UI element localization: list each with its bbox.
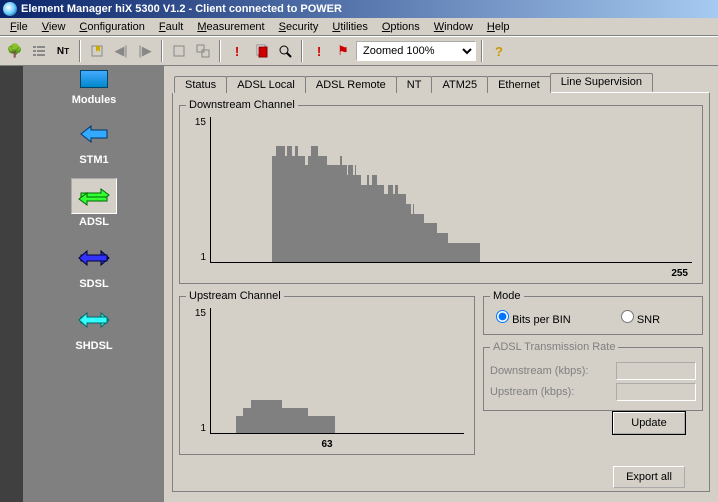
tab-adsl-local[interactable]: ADSL Local	[226, 76, 306, 93]
plot-area	[210, 117, 692, 263]
menu-fault[interactable]: Fault	[153, 21, 189, 33]
search-icon[interactable]	[274, 40, 296, 62]
y-tick-top: 15	[195, 308, 208, 319]
menu-measurement[interactable]: Measurement	[191, 21, 270, 33]
module-label: SHDSL	[75, 340, 112, 352]
menu-bar: File View Configuration Fault Measuremen…	[0, 18, 718, 36]
bookmark-icon[interactable]	[86, 40, 108, 62]
content-panel: Status ADSL Local ADSL Remote NT ATM25 E…	[164, 66, 718, 502]
bars-container	[211, 117, 480, 262]
go-left-icon[interactable]: ◀|	[110, 40, 132, 62]
module-adsl[interactable]: ADSL	[62, 178, 126, 228]
x-max-label: 63	[321, 439, 332, 450]
module-sdsl[interactable]: SDSL	[62, 240, 126, 290]
menu-view[interactable]: View	[36, 21, 72, 33]
outlook-bar-strip	[0, 66, 24, 502]
upstream-fieldset: Upstream Channel 15 1 63	[179, 290, 475, 455]
y-tick-bot: 1	[200, 423, 208, 434]
toolbar: 🌳 NT ◀| |▶ ! ! ⚑ Zoomed 100% ?	[0, 36, 718, 66]
y-axis: 15 1	[186, 117, 208, 263]
menu-file[interactable]: File	[4, 21, 34, 33]
stm1-icon	[71, 116, 117, 152]
upstream-legend: Upstream Channel	[186, 290, 284, 302]
plot-area	[210, 308, 464, 434]
y-axis: 15 1	[186, 308, 208, 434]
tab-strip: Status ADSL Local ADSL Remote NT ATM25 E…	[174, 72, 710, 92]
export-all-button[interactable]: Export all	[613, 466, 685, 488]
bars-container	[211, 308, 335, 433]
tab-adsl-remote[interactable]: ADSL Remote	[305, 76, 397, 93]
tab-status[interactable]: Status	[174, 76, 227, 93]
module-label: SDSL	[79, 278, 108, 290]
alert2-icon[interactable]: !	[308, 40, 330, 62]
menu-utilities[interactable]: Utilities	[326, 21, 373, 33]
zoom-select[interactable]: Zoomed 100%	[356, 41, 476, 61]
radio-snr[interactable]: SNR	[621, 310, 660, 326]
module-shdsl[interactable]: SHDSL	[62, 302, 126, 352]
downstream-rate-input	[616, 362, 696, 380]
module-label: STM1	[79, 154, 108, 166]
upstream-rate-input	[616, 383, 696, 401]
window-title: Element Manager hiX 5300 V1.2 - Client c…	[21, 3, 342, 15]
rate-legend: ADSL Transmission Rate	[490, 341, 618, 353]
nt-icon[interactable]: NT	[52, 40, 74, 62]
alert-red-icon[interactable]: !	[226, 40, 248, 62]
module-stm1[interactable]: STM1	[62, 116, 126, 166]
menu-help[interactable]: Help	[481, 21, 516, 33]
y-tick-bot: 1	[200, 252, 208, 263]
downstream-rate-label: Downstream (kbps):	[490, 365, 588, 377]
downstream-fieldset: Downstream Channel 15 1 255	[179, 99, 703, 284]
sidebar-heading: Modules	[72, 94, 117, 106]
sidebar-top-icon[interactable]	[80, 70, 108, 88]
flag-icon[interactable]: ⚑	[332, 40, 354, 62]
menu-options[interactable]: Options	[376, 21, 426, 33]
tab-panel: Downstream Channel 15 1 255 Upstream Cha…	[172, 92, 710, 492]
menu-configuration[interactable]: Configuration	[73, 21, 150, 33]
downstream-chart: 15 1 255	[186, 117, 696, 277]
main-area: Modules STM1 ADSL SDSL SHDSL	[0, 66, 718, 502]
upstream-chart: 15 1 63	[186, 308, 468, 448]
tab-line-supervision[interactable]: Line Supervision	[550, 73, 653, 92]
x-max-label: 255	[671, 268, 688, 279]
y-tick-top: 15	[195, 117, 208, 128]
radio-snr-input[interactable]	[621, 310, 634, 323]
tab-nt[interactable]: NT	[396, 76, 433, 93]
upstream-rate-label: Upstream (kbps):	[490, 386, 574, 398]
title-bar: Element Manager hiX 5300 V1.2 - Client c…	[0, 0, 718, 18]
tree-icon[interactable]: 🌳	[4, 40, 26, 62]
modules-sidebar: Modules STM1 ADSL SDSL SHDSL	[24, 66, 164, 502]
mode-legend: Mode	[490, 290, 524, 302]
shdsl-icon	[71, 302, 117, 338]
help-icon[interactable]: ?	[488, 40, 510, 62]
mode-fieldset: Mode Bits per BIN SNR	[483, 290, 703, 335]
radio-bits-input[interactable]	[496, 310, 509, 323]
downstream-legend: Downstream Channel	[186, 99, 298, 111]
radio-bits-per-bin[interactable]: Bits per BIN	[496, 310, 571, 326]
list-icon[interactable]	[28, 40, 50, 62]
rate-fieldset: ADSL Transmission Rate Downstream (kbps)…	[483, 341, 703, 411]
sdsl-icon	[71, 240, 117, 276]
tab-ethernet[interactable]: Ethernet	[487, 76, 551, 93]
tab-atm25[interactable]: ATM25	[431, 76, 488, 93]
module-label: ADSL	[79, 216, 109, 228]
adsl-icon	[71, 178, 117, 214]
menu-window[interactable]: Window	[428, 21, 479, 33]
go-right-icon[interactable]: |▶	[134, 40, 156, 62]
app-icon	[3, 2, 17, 16]
refresh-node-icon[interactable]	[168, 40, 190, 62]
update-button[interactable]: Update	[613, 412, 685, 434]
copy-icon[interactable]	[250, 40, 272, 62]
refresh-all-icon[interactable]	[192, 40, 214, 62]
menu-security[interactable]: Security	[273, 21, 325, 33]
